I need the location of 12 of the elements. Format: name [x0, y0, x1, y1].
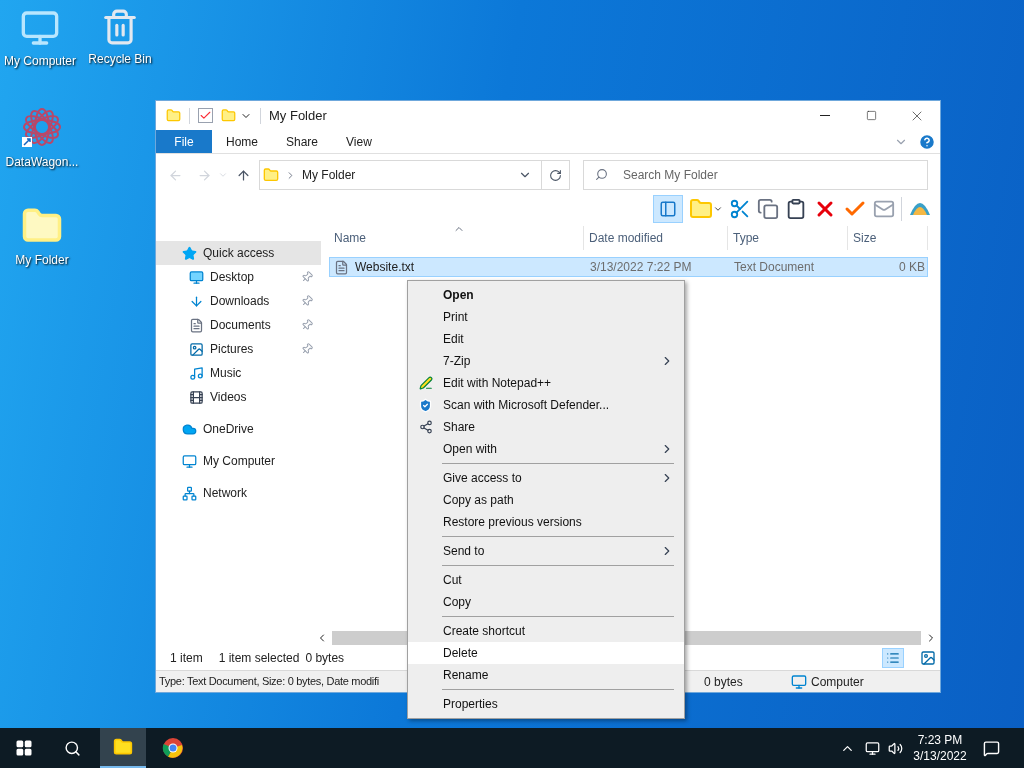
- file-date: 3/13/2022 7:22 PM: [589, 259, 693, 276]
- status-size: 0 bytes: [305, 650, 345, 667]
- details-location: Computer: [811, 673, 864, 691]
- file-name: Website.txt: [355, 259, 415, 276]
- status-item-count: 1 item: [170, 650, 203, 667]
- status-selection: 1 item selected: [218, 650, 300, 667]
- window-title: My Folder: [269, 106, 327, 125]
- file-type: Text Document: [733, 259, 816, 276]
- address-path: My Folder: [302, 167, 356, 184]
- file-size: 0 KB: [898, 259, 925, 276]
- details-size: 0 bytes: [704, 673, 744, 691]
- details-info: Type: Text Document, Size: 0 bytes, Date modifi: [159, 674, 379, 690]
